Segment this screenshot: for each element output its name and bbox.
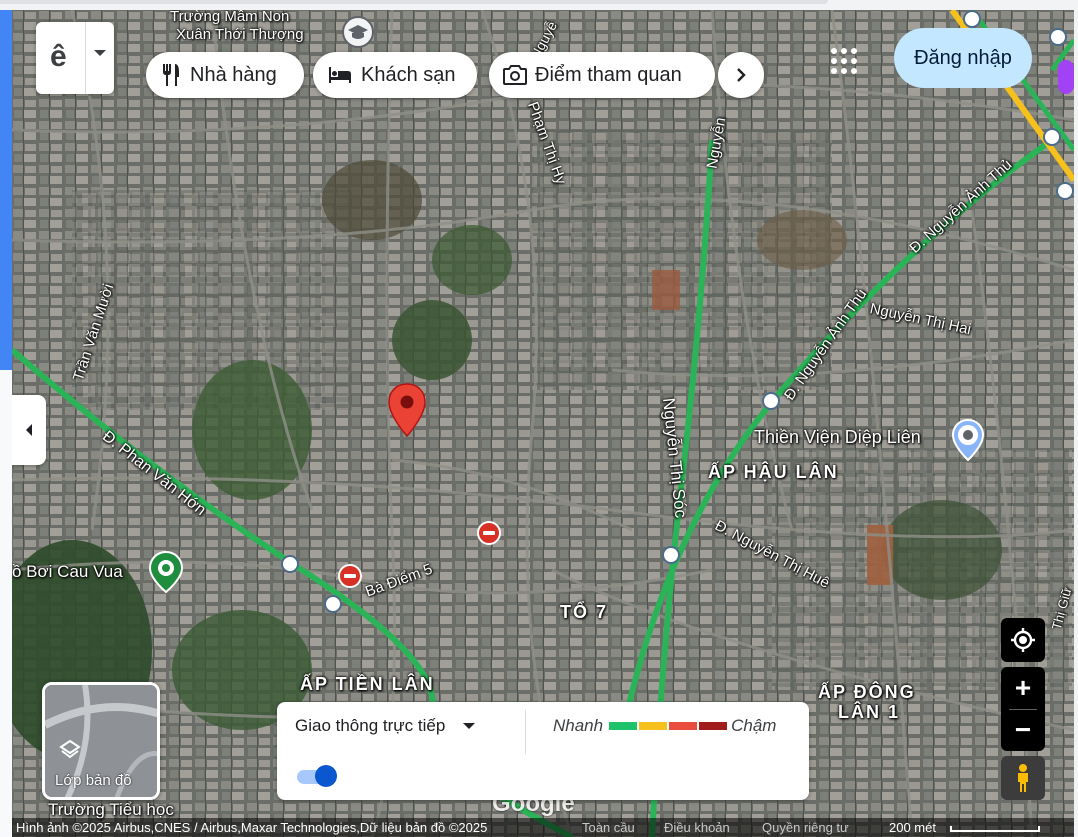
traffic-slow-label: Chậm — [731, 716, 777, 735]
chevron-down-icon[interactable] — [94, 50, 106, 56]
chip-attractions-label: Điểm tham quan — [535, 63, 682, 86]
zoom-out-button[interactable]: − — [1001, 709, 1045, 751]
caret-left-icon — [26, 424, 32, 436]
chevron-down-icon — [463, 723, 476, 729]
traffic-panel: Giao thông trực tiếp Nhanh Chậm — [277, 702, 809, 800]
traffic-mode-dropdown[interactable]: Giao thông trực tiếp — [295, 716, 476, 736]
bus-stop-icon[interactable] — [963, 10, 981, 28]
layers-icon — [59, 739, 81, 759]
street-view-button[interactable] — [1001, 756, 1045, 800]
toggle-knob — [315, 765, 337, 787]
bus-stop-icon[interactable] — [762, 392, 780, 410]
menu-divider — [85, 22, 86, 94]
traffic-mode-label: Giao thông trực tiếp — [295, 716, 446, 735]
map-label-ap-hau-lan: ẤP HẬU LÂN — [708, 462, 839, 482]
layers-button[interactable]: Lớp bản đồ — [42, 682, 160, 800]
traffic-fast-label: Nhanh — [553, 716, 604, 735]
crosshair-icon — [1011, 628, 1035, 652]
road-closure-icon[interactable] — [477, 521, 501, 545]
pegman-icon — [1018, 764, 1028, 792]
school-poi-icon[interactable] — [342, 16, 374, 48]
bus-stop-icon[interactable] — [324, 595, 342, 613]
chip-restaurants[interactable]: Nhà hàng — [146, 52, 304, 98]
traffic-divider — [525, 710, 526, 754]
zoom-controls: + − — [1001, 667, 1045, 751]
map-label-school-top-2: Xuân Thới Thượng — [176, 26, 304, 43]
scale-label[interactable]: 200 mét — [889, 820, 936, 835]
poi-edge-icon[interactable] — [1058, 60, 1074, 94]
left-panel-edge — [0, 10, 12, 837]
restaurant-icon — [163, 64, 179, 86]
map-label-truong-tieu-hoc: Trường Tiểu học — [48, 800, 174, 819]
chip-restaurants-label: Nhà hàng — [190, 63, 277, 86]
bus-stop-icon[interactable] — [281, 555, 299, 573]
road-closure-icon[interactable] — [338, 564, 362, 588]
chips-next-button[interactable] — [718, 52, 764, 98]
traffic-swatch-slowest — [699, 722, 728, 730]
map-label-to-7: TỔ 7 — [560, 602, 609, 622]
layers-label: Lớp bản đồ — [55, 772, 132, 789]
scrollbar[interactable] — [1074, 10, 1078, 837]
map-label-thien-vien: Thiền Viện Diệp Liên — [754, 427, 921, 447]
terms-link[interactable]: Điều khoản — [664, 820, 730, 835]
login-button[interactable]: Đăng nhập — [894, 28, 1032, 88]
camera-icon — [503, 65, 527, 85]
map-label-ap-dong-lan: ẤP ĐÔNG — [818, 682, 916, 702]
bus-stop-icon[interactable] — [662, 546, 680, 564]
browser-chrome — [0, 0, 1078, 10]
temple-poi-pin-icon[interactable] — [951, 418, 985, 462]
scale-bar — [950, 826, 1040, 832]
chip-attractions[interactable]: Điểm tham quan — [489, 52, 715, 98]
map-label-ap-tien-lan: ẤP TIỀN LÂN — [300, 674, 435, 694]
menu-glyph: ê — [50, 40, 67, 73]
zoom-in-button[interactable]: + — [1001, 667, 1045, 709]
park-poi-pin-icon[interactable] — [148, 550, 184, 594]
chevron-right-icon — [737, 68, 746, 82]
my-location-button[interactable] — [1001, 618, 1045, 662]
collapse-panel-button[interactable] — [12, 395, 46, 465]
traffic-swatch-slow — [669, 722, 698, 730]
traffic-swatch-fast — [609, 722, 638, 730]
traffic-legend: Nhanh Chậm — [553, 716, 776, 736]
privacy-link[interactable]: Quyền riêng tư — [762, 820, 849, 835]
left-panel-accent — [0, 10, 12, 370]
traffic-swatch-medium — [639, 722, 668, 730]
chip-hotels[interactable]: Khách sạn — [313, 52, 477, 98]
traffic-toggle[interactable] — [295, 764, 339, 788]
attribution-bar: Hình ảnh ©2025 Airbus,CNES / Airbus,Maxa… — [12, 818, 1074, 837]
browser-tab-strip — [0, 0, 828, 4]
attribution-text: Hình ảnh ©2025 Airbus,CNES / Airbus,Maxa… — [16, 820, 488, 835]
bus-stop-icon[interactable] — [1049, 28, 1067, 46]
chip-hotels-label: Khách sạn — [361, 63, 456, 86]
bus-stop-icon[interactable] — [1056, 182, 1074, 200]
hotel-icon — [329, 67, 351, 83]
bus-stop-icon[interactable] — [1043, 128, 1061, 146]
map-label-ap-dong-lan-2: LÂN 1 — [838, 702, 901, 722]
selected-location-pin-icon[interactable] — [387, 382, 427, 438]
satellite-map[interactable]: Trường Mầm Non Xuân Thới Thượng Trần Văn… — [12, 10, 1074, 837]
global-link[interactable]: Toàn cầu — [582, 820, 635, 835]
apps-grid-icon[interactable] — [830, 47, 858, 75]
menu-button[interactable]: ê — [36, 22, 114, 94]
map-label-school-top: Trường Mầm Non — [170, 10, 290, 25]
map-label-ho-boi: ồ Bơi Cau Vua — [12, 562, 123, 581]
